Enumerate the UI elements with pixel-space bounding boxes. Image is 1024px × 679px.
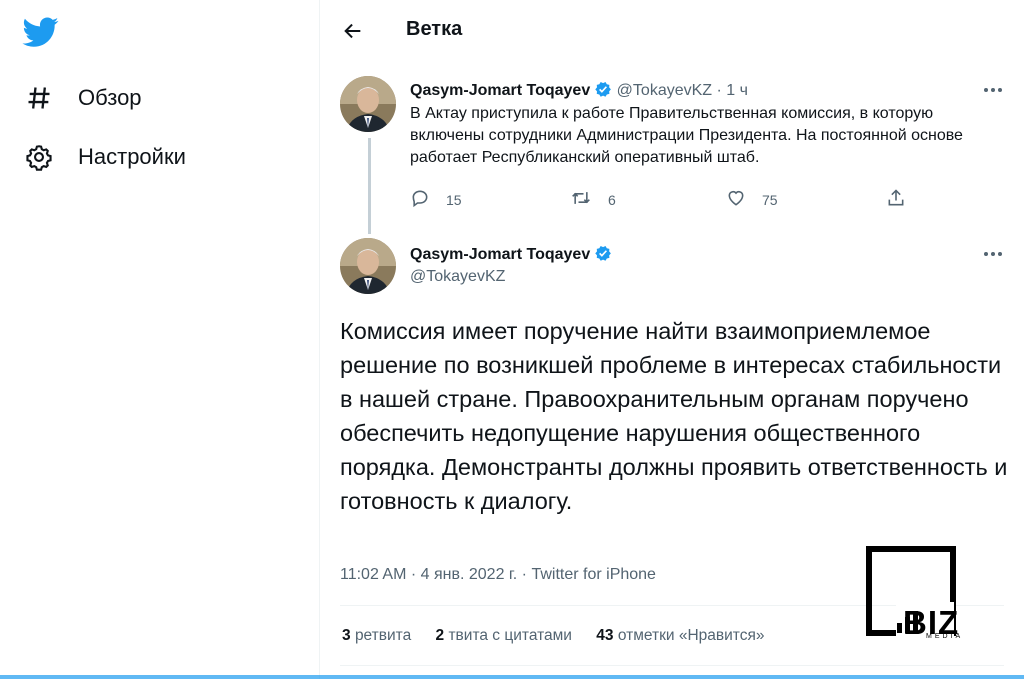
bottom-accent-bar <box>0 675 1024 679</box>
thread-header: Ветка <box>320 0 1024 62</box>
tweet-header: Qasym-Jomart Toqayev @TokayevKZ · 1 ч <box>410 80 748 100</box>
author-handle[interactable]: @TokayevKZ <box>617 82 712 99</box>
sidebar: Обзор Настройки <box>0 0 320 679</box>
tweet-text: Комиссия имеет поручение найти взаимопри… <box>340 318 1008 514</box>
retweet-count: 6 <box>608 191 616 208</box>
sidebar-item-label: Настройки <box>78 144 186 169</box>
more-options-icon[interactable] <box>980 80 1006 100</box>
retweets-stat[interactable]: 3 ретвита <box>342 627 411 644</box>
page-title: Ветка <box>406 18 463 40</box>
separator-dot: · <box>716 82 722 99</box>
more-options-icon[interactable] <box>980 244 1006 264</box>
sidebar-item-settings[interactable]: Настройки <box>22 137 186 177</box>
tweet-meta: 11:02 AM · 4 янв. 2022 г. · Twitter for … <box>340 566 656 583</box>
sidebar-item-explore[interactable]: Обзор <box>22 78 142 118</box>
retweet-icon <box>570 188 592 211</box>
share-icon <box>886 188 906 211</box>
watermark-subtext: MEDIA <box>926 633 964 640</box>
avatar[interactable] <box>340 76 396 132</box>
reply-button[interactable]: 15 <box>410 188 462 211</box>
tweet-actions: 15 6 75 <box>410 188 930 212</box>
reply-count: 15 <box>446 191 462 208</box>
verified-badge-icon <box>594 80 612 98</box>
likes-stat[interactable]: 43 отметки «Нравится» <box>596 627 764 644</box>
share-button[interactable] <box>886 188 906 211</box>
tweet-header: Qasym-Jomart Toqayev <box>410 244 612 264</box>
tweet-text: В Актау приступила к работе Правительств… <box>410 105 963 166</box>
tweet-time[interactable]: 1 ч <box>726 82 748 99</box>
hashtag-icon <box>22 81 56 115</box>
like-count: 75 <box>762 191 778 208</box>
retweet-button[interactable]: 6 <box>570 188 616 211</box>
arrow-left-icon[interactable] <box>338 16 368 46</box>
verified-badge-icon <box>594 244 612 262</box>
gear-icon <box>22 140 56 174</box>
sidebar-item-label: Обзор <box>78 85 142 110</box>
avatar[interactable] <box>340 238 396 294</box>
author-name[interactable]: Qasym-Jomart Toqayev <box>410 82 590 99</box>
thread-connector <box>368 138 371 234</box>
tweet-stats: 3 ретвита 2 твита с цитатами 43 отметки … <box>342 627 764 645</box>
heart-icon <box>726 188 746 211</box>
reply-icon <box>410 188 430 211</box>
quotes-stat[interactable]: 2 твита с цитатами <box>436 627 572 644</box>
author-name[interactable]: Qasym-Jomart Toqayev <box>410 246 590 263</box>
twitter-bird-icon[interactable] <box>22 14 60 50</box>
divider <box>340 665 1004 666</box>
author-handle[interactable]: @TokayevKZ <box>410 268 505 286</box>
like-button[interactable]: 75 <box>726 188 778 211</box>
